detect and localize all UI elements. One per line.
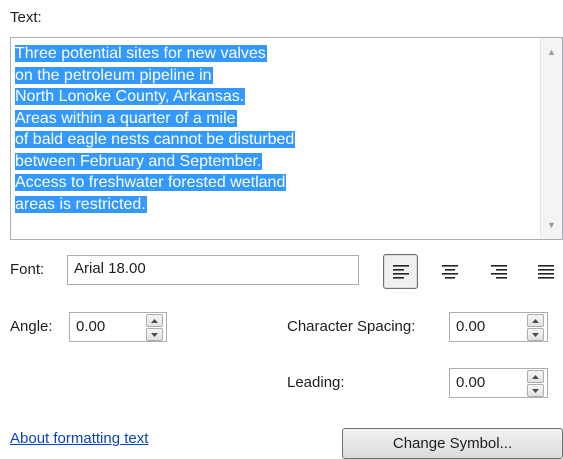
justify-icon	[537, 264, 554, 279]
text-line: of bald eagle nests cannot be disturbed	[15, 131, 296, 148]
angle-value[interactable]: 0.00	[76, 313, 105, 341]
leading-down-button[interactable]	[527, 384, 544, 397]
character-spacing-label: Character Spacing:	[287, 318, 416, 335]
align-left-icon	[392, 264, 409, 279]
text-line: Access to freshwater forested wetland	[15, 174, 287, 191]
align-right-button[interactable]	[481, 254, 516, 289]
text-input-area[interactable]: Three potential sites for new valves on …	[10, 37, 563, 240]
about-formatting-text-link[interactable]: About formatting text	[10, 430, 148, 447]
text-line: Areas within a quarter of a mile	[15, 109, 237, 127]
arrow-down-icon	[151, 332, 158, 337]
align-center-icon	[441, 264, 458, 279]
arrow-up-icon	[151, 318, 158, 323]
character-spacing-up-button[interactable]	[527, 314, 544, 327]
arrow-up-icon	[532, 374, 539, 379]
text-line: North Lonoke County, Arkansas.	[15, 88, 246, 105]
angle-up-button[interactable]	[146, 314, 163, 327]
arrow-up-icon	[532, 318, 539, 323]
angle-stepper[interactable]: 0.00	[69, 312, 167, 342]
align-center-button[interactable]	[432, 254, 467, 289]
arrow-down-icon	[532, 388, 539, 393]
arrow-down-icon	[532, 332, 539, 337]
character-spacing-value[interactable]: 0.00	[456, 313, 485, 341]
leading-value[interactable]: 0.00	[456, 369, 485, 397]
change-symbol-button[interactable]: Change Symbol...	[342, 428, 563, 459]
leading-label: Leading:	[287, 374, 345, 391]
text-line: on the petroleum pipeline in	[15, 66, 213, 84]
scroll-up-arrow-icon[interactable]: ▲	[541, 42, 562, 62]
text-line: Three potential sites for new valves	[15, 45, 267, 62]
text-line: between February and September.	[15, 152, 263, 170]
justify-button[interactable]	[528, 254, 563, 289]
leading-stepper[interactable]: 0.00	[449, 368, 548, 398]
text-line: areas is restricted.	[15, 195, 147, 213]
angle-down-button[interactable]	[146, 328, 163, 341]
character-spacing-stepper[interactable]: 0.00	[449, 312, 548, 342]
text-content[interactable]: Three potential sites for new valves on …	[15, 43, 540, 215]
text-label: Text:	[10, 9, 42, 26]
scroll-down-arrow-icon[interactable]: ▼	[541, 215, 562, 235]
angle-label: Angle:	[10, 318, 53, 335]
font-field[interactable]: Arial 18.00	[67, 255, 359, 285]
character-spacing-down-button[interactable]	[527, 328, 544, 341]
vertical-scrollbar[interactable]: ▲ ▼	[540, 38, 562, 239]
align-right-icon	[490, 264, 507, 279]
leading-up-button[interactable]	[527, 370, 544, 383]
align-left-button[interactable]	[383, 254, 418, 289]
font-label: Font:	[10, 261, 45, 278]
